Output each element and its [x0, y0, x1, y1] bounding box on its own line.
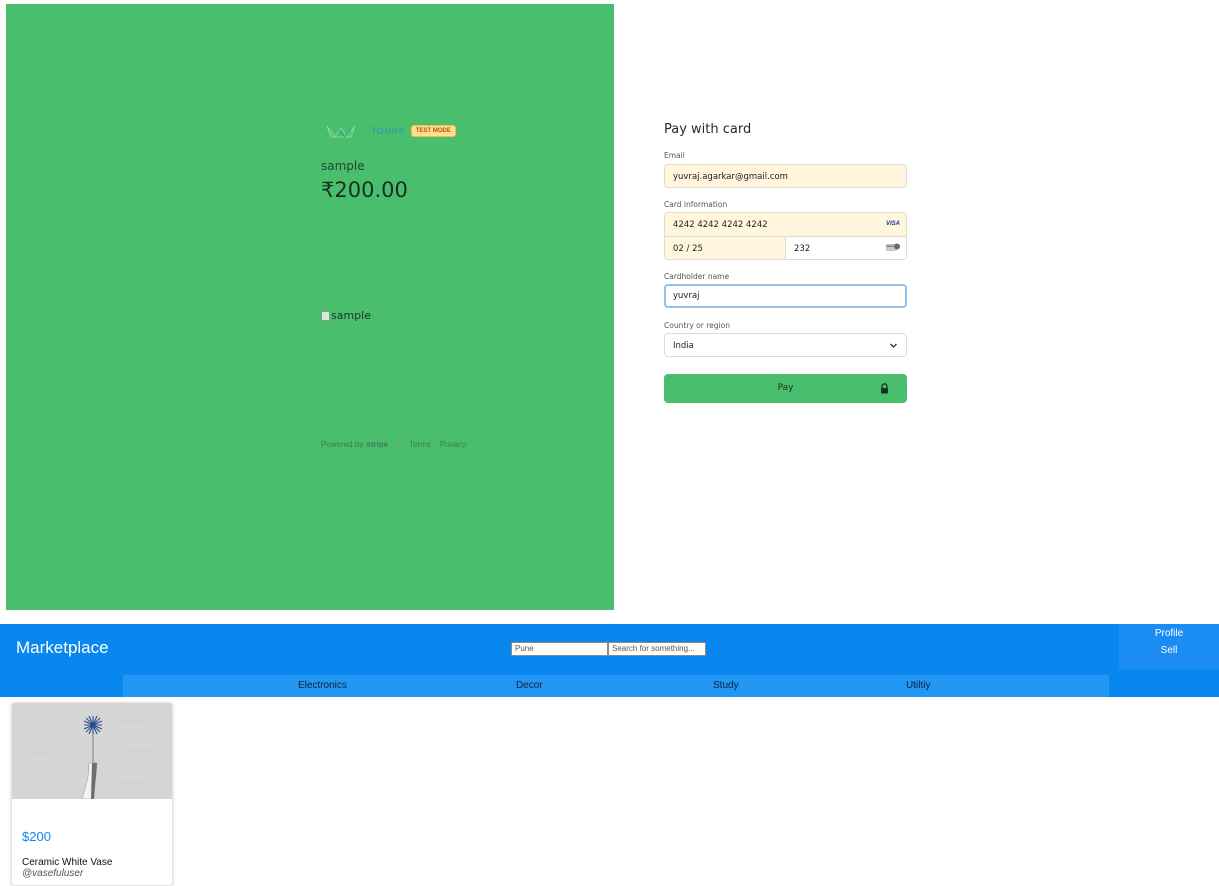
stripe-checkout: ← TOURS TEST MODE sample ₹200.00 sample …: [0, 0, 1219, 615]
pay-button-label: Pay: [777, 383, 794, 393]
order-summary-panel: ← TOURS TEST MODE sample ₹200.00 sample …: [6, 4, 614, 610]
card-number-value: 4242 4242 4242 4242: [673, 220, 768, 230]
search-input[interactable]: Search for something...: [608, 642, 706, 656]
visa-icon: VISA: [885, 221, 900, 227]
category-bar: Electronics Decor Study Utiltiy: [0, 675, 1219, 697]
listing-seller[interactable]: @vasefuluser: [22, 868, 83, 879]
terms-link[interactable]: Terms: [409, 440, 431, 449]
footer-divider: [398, 437, 400, 451]
email-value: yuvraj.agarkar@gmail.com: [673, 172, 788, 182]
expiry-field[interactable]: 02 / 25: [665, 237, 786, 259]
email-field[interactable]: yuvraj.agarkar@gmail.com: [664, 164, 907, 188]
sell-button[interactable]: Sell: [1119, 639, 1219, 656]
category-utility[interactable]: Utiltiy: [906, 680, 930, 691]
location-input[interactable]: Pune: [511, 642, 608, 656]
profile-button[interactable]: Profile: [1119, 624, 1219, 639]
brand-name: TOURS: [371, 126, 405, 136]
product-image-alt: sample: [331, 309, 371, 322]
marketplace-title[interactable]: Marketplace: [16, 638, 109, 658]
country-select[interactable]: India: [664, 333, 907, 357]
listing-title: Ceramic White Vase: [22, 857, 113, 868]
listing-image: [12, 703, 172, 799]
test-mode-badge: TEST MODE: [410, 125, 456, 137]
product-image: sample: [321, 309, 371, 322]
product-name: sample: [321, 159, 365, 173]
stripe-footer: Powered by stripe Terms Privacy: [321, 437, 475, 451]
listing-card[interactable]: $200 Ceramic White Vase @vasefuluser: [11, 702, 173, 886]
expiry-value: 02 / 25: [673, 244, 703, 254]
back-arrow-icon[interactable]: ←: [308, 125, 319, 137]
country-value: India: [673, 341, 694, 351]
lock-icon: [881, 383, 888, 394]
broken-image-icon: [321, 310, 330, 321]
chevron-down-icon: [890, 343, 897, 348]
marketplace-app: Marketplace Pune Search for something...…: [0, 624, 1219, 886]
category-electronics[interactable]: Electronics: [298, 680, 347, 691]
privacy-link[interactable]: Privacy: [440, 440, 466, 449]
country-label: Country or region: [664, 321, 730, 330]
cvc-field[interactable]: 232: [786, 237, 906, 259]
card-information-label: Card information: [664, 200, 728, 209]
cvc-value: 232: [794, 244, 811, 254]
crown-logo-icon: [326, 125, 356, 138]
pay-button[interactable]: Pay: [664, 374, 907, 403]
category-decor[interactable]: Decor: [516, 680, 543, 691]
listing-price: $200: [22, 829, 51, 844]
powered-by-text: Powered by: [321, 439, 364, 449]
account-menu: Profile Sell: [1119, 624, 1219, 669]
cardholder-name-input[interactable]: yuvraj: [664, 284, 907, 308]
product-price: ₹200.00: [321, 178, 408, 202]
card-information-group: 4242 4242 4242 4242 VISA 02 / 25 232: [664, 212, 907, 260]
cardholder-name-value: yuvraj: [673, 291, 700, 301]
category-study[interactable]: Study: [713, 680, 739, 691]
cvc-card-icon: [886, 243, 900, 251]
pay-with-card-title: Pay with card: [664, 122, 752, 137]
stripe-logo[interactable]: stripe: [366, 440, 388, 449]
email-label: Email: [664, 151, 685, 160]
card-number-field[interactable]: 4242 4242 4242 4242 VISA: [665, 213, 906, 237]
marketplace-header: Marketplace Pune Search for something...…: [0, 624, 1219, 675]
cardholder-name-label: Cardholder name: [664, 272, 730, 281]
category-nav: Electronics Decor Study Utiltiy: [123, 675, 1109, 697]
brand-row: ← TOURS TEST MODE: [308, 122, 456, 140]
